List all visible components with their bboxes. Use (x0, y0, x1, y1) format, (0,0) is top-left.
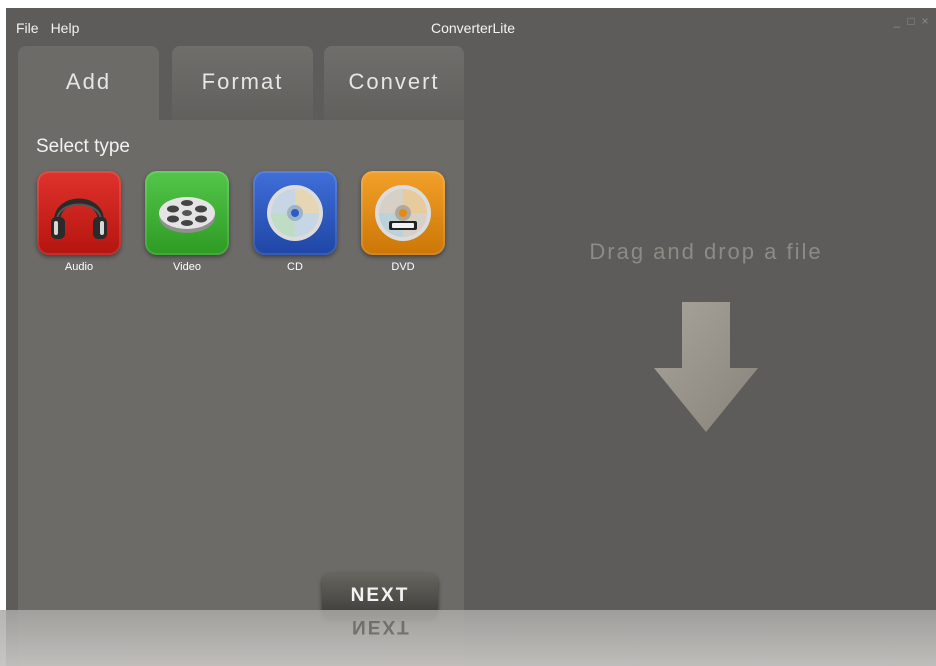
tab-bar: Add Format Convert (18, 44, 464, 120)
title-bar: File Help ConverterLite _ □ × (6, 8, 936, 44)
headphones-icon (37, 171, 121, 255)
menu-file[interactable]: File (16, 20, 39, 36)
film-reel-icon (145, 171, 229, 255)
video-label: Video (173, 261, 201, 273)
drop-zone-text: Drag and drop a file (589, 239, 823, 264)
select-type-heading: Select type (36, 136, 130, 157)
menu-help[interactable]: Help (51, 20, 80, 36)
cd-label: CD (287, 261, 303, 273)
dvd-label: DVD (391, 261, 415, 273)
audio-type-button[interactable]: Audio (37, 171, 123, 273)
menu-bar: File Help (16, 20, 79, 36)
maximize-button[interactable]: □ (906, 14, 916, 28)
reflection-strip (0, 610, 936, 666)
dvd-type-button[interactable]: DVD (361, 171, 447, 273)
add-panel: Add Format Convert Select type Audio Vid… (18, 44, 464, 666)
tab-format[interactable]: Format (172, 46, 313, 120)
tab-add[interactable]: Add (18, 46, 159, 120)
close-button[interactable]: × (920, 14, 930, 28)
next-button-reflection: NEXT (352, 616, 411, 637)
audio-label: Audio (64, 261, 94, 273)
tab-convert[interactable]: Convert (324, 46, 464, 120)
window-title: ConverterLite (431, 20, 516, 36)
cd-type-button[interactable]: CD (253, 171, 339, 273)
minimize-button[interactable]: _ (892, 14, 902, 28)
window-controls: _ □ × (892, 14, 930, 28)
cd-icon (253, 171, 337, 255)
drop-zone[interactable]: Drag and drop a file (466, 44, 936, 666)
down-arrow-icon (654, 302, 758, 432)
dvd-icon (361, 171, 445, 255)
video-type-button[interactable]: Video (145, 171, 231, 273)
app-window: File Help ConverterLite _ □ × Add Format… (6, 8, 936, 666)
